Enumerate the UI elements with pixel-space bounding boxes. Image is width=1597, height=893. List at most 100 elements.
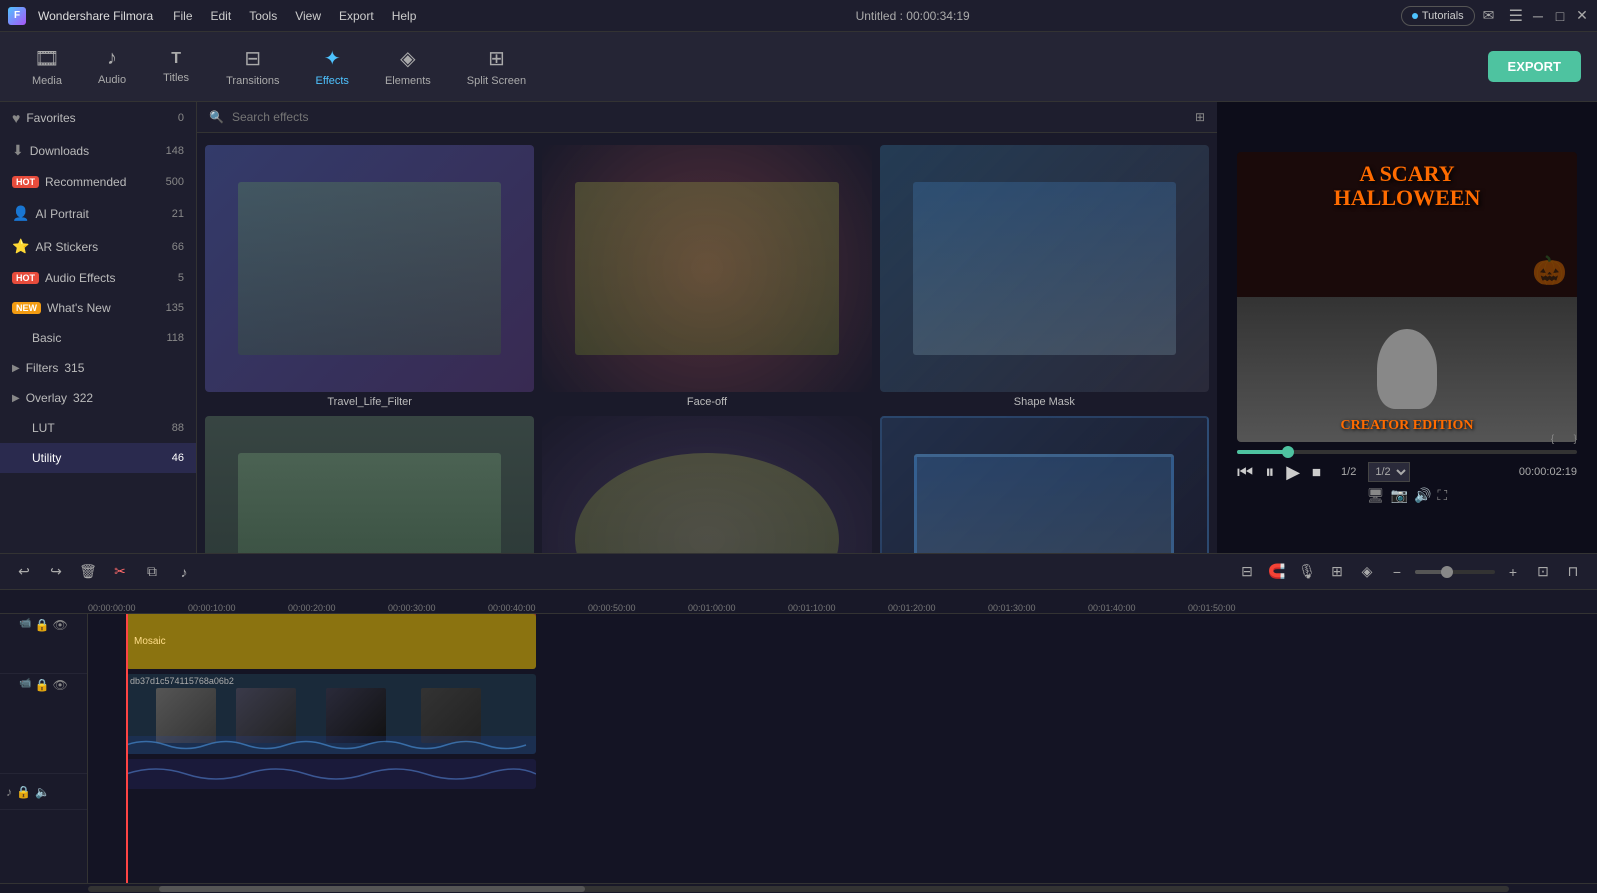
volume-icon[interactable]: 🔊: [1414, 487, 1431, 504]
music-mute-icon[interactable]: 🔈: [35, 785, 50, 799]
search-input[interactable]: [232, 110, 1187, 124]
fit-button[interactable]: ⊡: [1531, 560, 1555, 584]
delete-button[interactable]: 🗑: [76, 560, 100, 584]
grid-layout-icon[interactable]: ⊞: [1195, 110, 1205, 124]
sidebar-item-audio-effects[interactable]: HOT Audio Effects 5: [0, 263, 196, 293]
sidebar-item-basic[interactable]: Basic 118: [0, 323, 196, 353]
video-track-label: 📹 🔒 👁: [0, 674, 87, 774]
preview-progress: [1237, 450, 1288, 454]
elements-label: Elements: [385, 75, 431, 87]
sidebar-item-favorites[interactable]: ♥ Favorites 0: [0, 102, 196, 134]
track-visibility-icon[interactable]: 👁: [53, 618, 68, 632]
record-button[interactable]: 🎙: [1295, 560, 1319, 584]
sidebar-item-ar-stickers[interactable]: ⭐ AR Stickers 66: [0, 230, 196, 263]
track-container: 📹 🔒 👁 📹 🔒 👁 ♪ 🔒: [0, 614, 1597, 883]
screen-icon[interactable]: 🖥: [1367, 487, 1385, 504]
toolbar-titles[interactable]: T Titles: [146, 44, 206, 90]
content-area: ♥ Favorites 0 ⬇ Downloads 148 HOT Recomm…: [0, 102, 1597, 553]
effect-image-mask[interactable]: Image Mask: [542, 416, 871, 553]
effect-tilt-shift-circle[interactable]: Tilt-shift Circle: [205, 416, 534, 553]
notification-icon[interactable]: ✉: [1483, 7, 1501, 25]
toolbar-audio[interactable]: ♪ Audio: [82, 41, 142, 92]
export-button[interactable]: EXPORT: [1488, 51, 1581, 82]
ruler-tick-9: 00:01:30:00: [988, 603, 1036, 613]
toolbar-transitions[interactable]: ⊟ Transitions: [210, 40, 295, 93]
image-mask-thumb: [542, 416, 871, 553]
menu-edit[interactable]: Edit: [203, 5, 240, 27]
sidebar-item-lut[interactable]: LUT 88: [0, 413, 196, 443]
toolbar-elements[interactable]: ◈ Elements: [369, 40, 447, 93]
ruler-tick-7: 00:01:10:00: [788, 603, 836, 613]
main-video-clip[interactable]: db37d1c574115768a06b2: [126, 674, 536, 754]
undo-button[interactable]: ↩: [12, 560, 36, 584]
sidebar-item-whats-new[interactable]: NEW What's New 135: [0, 293, 196, 323]
ratio-select[interactable]: 1/2 1/1 1/4: [1368, 462, 1410, 482]
redo-button[interactable]: ↪: [44, 560, 68, 584]
magnetic-button[interactable]: 🧲: [1265, 560, 1289, 584]
timeline-scrollbar[interactable]: [0, 883, 1597, 893]
overlay-arrow: ▶: [12, 393, 20, 404]
zoom-in-button[interactable]: +: [1501, 560, 1525, 584]
video-track-visibility-icon[interactable]: 👁: [53, 678, 68, 692]
effect-shape-mask[interactable]: Shape Mask: [880, 145, 1209, 408]
properties-button[interactable]: ⧉: [140, 560, 164, 584]
audio-adjust-button[interactable]: ⊞: [1325, 560, 1349, 584]
toolbar-media[interactable]: 🎞 Media: [16, 40, 78, 93]
maximize-button[interactable]: □: [1553, 9, 1567, 23]
sidebar-item-recommended[interactable]: HOT Recommended 500: [0, 167, 196, 197]
expand-button[interactable]: ⊓: [1561, 560, 1585, 584]
play-pause-button[interactable]: ⏸: [1265, 462, 1274, 483]
preview-title-line1: A SCARY: [1334, 162, 1481, 186]
rewind-button[interactable]: ⏮: [1237, 462, 1253, 483]
ruler-tick-2: 00:00:20:00: [288, 603, 336, 613]
sidebar-item-ai-portrait[interactable]: 👤 AI Portrait 21: [0, 197, 196, 230]
play-button[interactable]: ▶: [1286, 462, 1300, 483]
menu-view[interactable]: View: [287, 5, 329, 27]
cut-button[interactable]: ✂: [108, 560, 132, 584]
lut-count: 88: [172, 422, 184, 434]
audio-clip-button[interactable]: ♪: [172, 560, 196, 584]
music-track-clip[interactable]: [126, 759, 536, 789]
playhead[interactable]: [126, 614, 128, 883]
audio-icon: ♪: [107, 47, 117, 70]
scrollbar-thumb[interactable]: [159, 886, 585, 892]
hamburger-icon[interactable]: ☰: [1509, 6, 1523, 26]
sidebar-item-downloads[interactable]: ⬇ Downloads 148: [0, 134, 196, 167]
menu-help[interactable]: Help: [384, 5, 425, 27]
ar-stickers-label: AR Stickers: [35, 240, 165, 254]
minimize-button[interactable]: ─: [1531, 9, 1545, 23]
thumb-4: [421, 688, 481, 743]
effect-border[interactable]: Border: [880, 416, 1209, 553]
zoom-out-button[interactable]: −: [1385, 560, 1409, 584]
basic-label: Basic: [12, 331, 160, 345]
effect-travel-life-filter[interactable]: Travel_Life_Filter: [205, 145, 534, 408]
track-height-button[interactable]: ⊟: [1235, 560, 1259, 584]
tilt-shift-circle-thumb: [205, 416, 534, 553]
preview-bottom: CREATOR EDITION: [1237, 297, 1577, 442]
sidebar-item-utility[interactable]: Utility 46: [0, 443, 196, 473]
project-title: Untitled : 00:00:34:19: [856, 9, 970, 23]
zoom-slider[interactable]: [1415, 570, 1495, 574]
effect-face-off[interactable]: Face-off: [542, 145, 871, 408]
menu-export[interactable]: Export: [331, 5, 382, 27]
track-lock-icon[interactable]: 🔒: [35, 618, 50, 632]
stop-button[interactable]: ⏹: [1312, 462, 1321, 483]
close-button[interactable]: ✕: [1575, 9, 1589, 23]
whats-new-badge: NEW: [12, 302, 41, 314]
fullscreen-icon[interactable]: ⛶: [1437, 487, 1447, 504]
tutorials-button[interactable]: Tutorials: [1401, 6, 1475, 26]
motion-button[interactable]: ◈: [1355, 560, 1379, 584]
menu-file[interactable]: File: [165, 5, 200, 27]
mosaic-clip[interactable]: Mosaic: [126, 614, 536, 669]
menu-tools[interactable]: Tools: [241, 5, 285, 27]
preview-playhead[interactable]: [1282, 446, 1294, 458]
snapshot-icon[interactable]: 📷: [1391, 487, 1408, 504]
sidebar-item-filters[interactable]: ▶ Filters 315: [0, 353, 196, 383]
zoom-handle[interactable]: [1441, 566, 1453, 578]
sidebar-item-overlay[interactable]: ▶ Overlay 322: [0, 383, 196, 413]
preview-timeline[interactable]: { }: [1237, 450, 1577, 454]
toolbar-effects[interactable]: ✦ Effects: [300, 40, 365, 93]
toolbar-split-screen[interactable]: ⊞ Split Screen: [451, 40, 542, 93]
video-track-lock-icon[interactable]: 🔒: [35, 678, 50, 692]
music-lock-icon[interactable]: 🔒: [16, 785, 31, 799]
